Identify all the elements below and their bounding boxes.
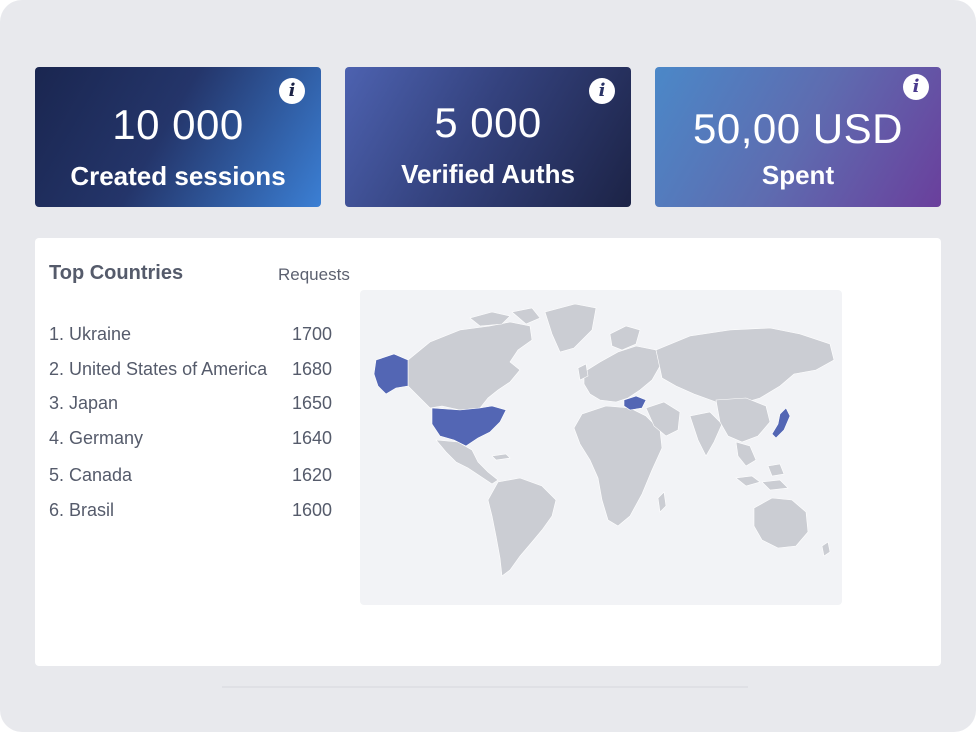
- info-icon[interactable]: i: [903, 74, 929, 100]
- stat-label: Verified Auths: [401, 159, 575, 189]
- stat-card-spent: 50,00 USD Spent i: [655, 67, 941, 207]
- stat-card-verified-auths: 5 000 Verified Auths i: [345, 67, 631, 207]
- requests-column-header: Requests: [278, 265, 350, 284]
- stat-card-created-sessions: 10 000 Created sessions i: [35, 67, 321, 207]
- country-name: 1. Ukraine: [49, 324, 132, 344]
- stat-label: Created sessions: [70, 161, 286, 191]
- info-icon[interactable]: i: [589, 78, 615, 104]
- country-name: 4. Germany: [49, 428, 144, 448]
- country-requests: 1640: [292, 428, 333, 448]
- usa-region: [431, 405, 507, 447]
- panel-title: Top Countries: [49, 262, 184, 284]
- alaska-region: [373, 353, 409, 395]
- japan-region: [771, 407, 791, 439]
- device-frame: 10 000 Created sessions i 5 000 Verified…: [0, 0, 976, 732]
- stat-label: Spent: [761, 160, 835, 190]
- country-requests: 1620: [292, 465, 333, 485]
- top-countries-panel: Top Countries Requests 1. Ukraine 1700 2…: [35, 238, 941, 666]
- stat-value: 5 000: [434, 99, 542, 146]
- country-requests: 1650: [292, 393, 333, 413]
- world-map: [360, 290, 842, 605]
- stat-value: 10 000: [112, 101, 244, 148]
- divider: [222, 686, 748, 688]
- stat-value: 50,00 USD: [693, 105, 903, 152]
- country-requests: 1680: [292, 359, 333, 379]
- info-icon[interactable]: i: [279, 78, 305, 104]
- country-name: 3. Japan: [49, 393, 119, 413]
- world-map-svg: [373, 303, 835, 577]
- country-requests: 1700: [292, 324, 333, 344]
- country-name: 5. Canada: [49, 465, 133, 485]
- country-name: 2. United States of America: [49, 359, 268, 379]
- country-name: 6. Brasil: [49, 500, 115, 520]
- country-requests: 1600: [292, 500, 333, 520]
